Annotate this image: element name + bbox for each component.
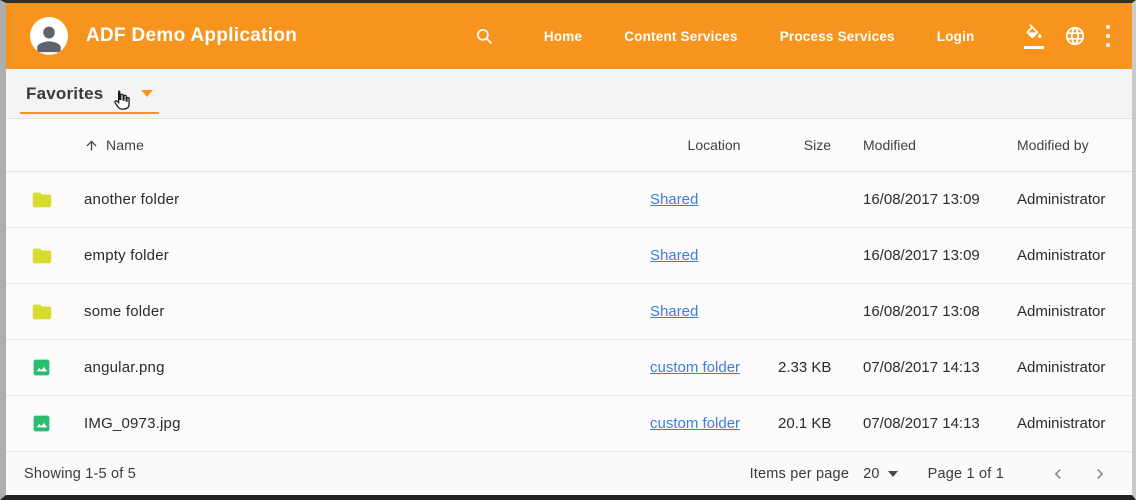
location-link[interactable]: Shared	[650, 191, 698, 208]
page-status: Page 1 of 1	[928, 466, 1004, 482]
nav-login[interactable]: Login	[916, 19, 996, 54]
avatar[interactable]	[30, 17, 68, 55]
chevron-down-icon	[141, 90, 153, 97]
app-title: ADF Demo Application	[86, 25, 297, 47]
app-header: ADF Demo Application Home Content Servic…	[6, 3, 1132, 69]
folder-icon	[31, 189, 53, 211]
modified-by: Administrator	[1017, 191, 1132, 208]
modified-by: Administrator	[1017, 359, 1132, 376]
modified-by: Administrator	[1017, 247, 1132, 264]
nav-process-services[interactable]: Process Services	[759, 19, 916, 54]
more-menu-button[interactable]	[1100, 17, 1117, 56]
column-header-modified[interactable]: Modified	[863, 137, 1017, 153]
modified-date: 16/08/2017 13:09	[863, 247, 1017, 264]
modified-by: Administrator	[1017, 303, 1132, 320]
chevron-left-icon	[1048, 464, 1068, 484]
column-header-modified-by[interactable]: Modified by	[1017, 137, 1132, 153]
file-size: 20.1 KB	[778, 415, 831, 432]
toolbar: Favorites	[6, 69, 1132, 119]
globe-icon	[1064, 25, 1086, 47]
modified-date: 07/08/2017 14:13	[863, 415, 1017, 432]
search-button[interactable]	[468, 20, 501, 53]
table-row[interactable]: another folder Shared 16/08/2017 13:09 A…	[6, 172, 1132, 228]
color-fill-icon	[1024, 24, 1044, 49]
file-name[interactable]: some folder	[84, 303, 650, 320]
modified-date: 16/08/2017 13:09	[863, 191, 1017, 208]
file-size: 2.33 KB	[778, 359, 831, 376]
column-header-location[interactable]: Location	[650, 137, 778, 153]
table-row[interactable]: IMG_0973.jpg custom folder 20.1 KB 07/08…	[6, 396, 1132, 452]
table-row[interactable]: some folder Shared 16/08/2017 13:08 Admi…	[6, 284, 1132, 340]
column-header-size[interactable]: Size	[778, 137, 831, 153]
items-per-page-value: 20	[863, 466, 880, 482]
file-name[interactable]: empty folder	[84, 247, 650, 264]
previous-page-button[interactable]	[1044, 460, 1072, 488]
pagination-footer: Showing 1-5 of 5 Items per page 20 Page …	[6, 452, 1132, 495]
file-name[interactable]: angular.png	[84, 359, 650, 376]
modified-by: Administrator	[1017, 415, 1132, 432]
items-per-page-label: Items per page	[750, 466, 850, 482]
app-window: ADF Demo Application Home Content Servic…	[0, 0, 1136, 500]
column-header-name[interactable]: Name	[106, 137, 144, 153]
folder-icon	[31, 245, 53, 267]
image-icon	[31, 413, 52, 434]
nav-content-services[interactable]: Content Services	[603, 19, 759, 54]
search-icon	[474, 26, 495, 47]
sort-ascending-icon[interactable]	[84, 138, 99, 153]
favorites-dropdown[interactable]: Favorites	[20, 80, 159, 114]
items-per-page-select[interactable]: 20	[863, 466, 898, 482]
file-name[interactable]: IMG_0973.jpg	[84, 415, 650, 432]
language-button[interactable]	[1058, 19, 1092, 53]
nav-home[interactable]: Home	[523, 19, 603, 54]
table-header-row: Name Location Size Modified Modified by	[6, 119, 1132, 172]
theme-color-button[interactable]	[1018, 18, 1050, 55]
user-icon	[32, 21, 66, 55]
showing-status: Showing 1-5 of 5	[24, 466, 136, 482]
location-link[interactable]: custom folder	[650, 359, 740, 376]
table-row[interactable]: angular.png custom folder 2.33 KB 07/08/…	[6, 340, 1132, 396]
location-link[interactable]: Shared	[650, 303, 698, 320]
folder-icon	[31, 301, 53, 323]
favorites-label: Favorites	[26, 84, 103, 104]
next-page-button[interactable]	[1086, 460, 1114, 488]
file-name[interactable]: another folder	[84, 191, 650, 208]
main-nav: Home Content Services Process Services L…	[523, 19, 996, 54]
documents-table: Name Location Size Modified Modified by …	[6, 119, 1132, 452]
header-action-icons	[1010, 17, 1117, 56]
location-link[interactable]: Shared	[650, 247, 698, 264]
location-link[interactable]: custom folder	[650, 415, 740, 432]
kebab-menu-icon	[1106, 23, 1111, 50]
modified-date: 16/08/2017 13:08	[863, 303, 1017, 320]
image-icon	[31, 357, 52, 378]
modified-date: 07/08/2017 14:13	[863, 359, 1017, 376]
table-row[interactable]: empty folder Shared 16/08/2017 13:09 Adm…	[6, 228, 1132, 284]
chevron-right-icon	[1090, 464, 1110, 484]
chevron-down-icon	[888, 471, 898, 477]
